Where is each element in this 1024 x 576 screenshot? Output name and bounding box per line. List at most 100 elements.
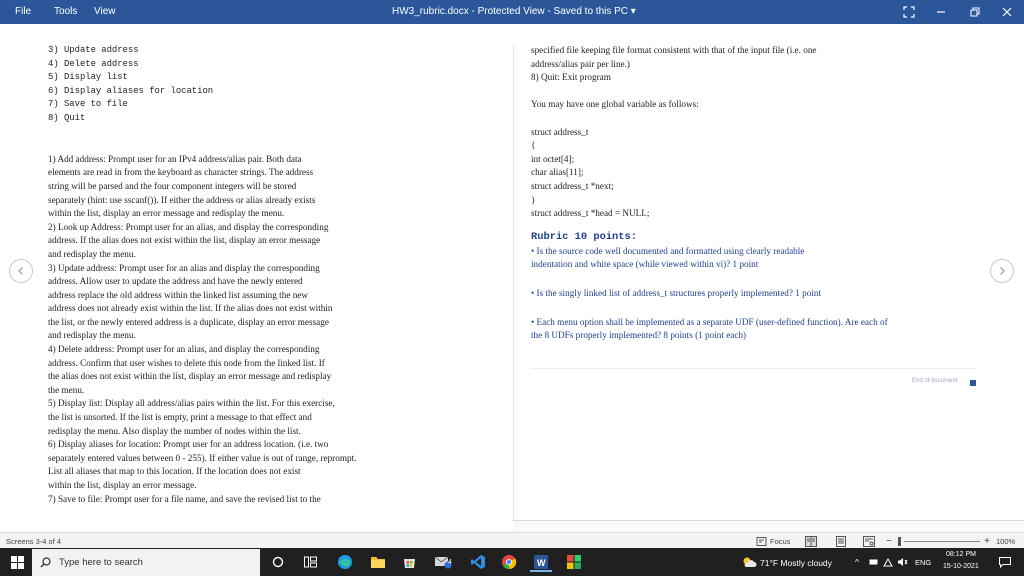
struct-code-block: struct address_t { int octet[4]; char al… (531, 126, 981, 221)
weather-icon[interactable] (738, 552, 760, 572)
end-of-document-label: End of document (912, 378, 958, 384)
description-line: 4) Delete address: Prompt user for an al… (48, 344, 320, 355)
rubric-title: Rubric 10 points: (531, 230, 638, 243)
description-line (48, 126, 458, 140)
clock-time[interactable]: 08:12 PM (946, 551, 976, 558)
description-line: the alias does not exist within the list… (48, 371, 332, 382)
menu-file[interactable]: File (15, 6, 31, 17)
battery-icon[interactable] (868, 552, 880, 572)
chrome-icon[interactable] (498, 552, 520, 572)
description-line: and redisplay the menu. (48, 330, 136, 341)
vscode-icon[interactable] (467, 552, 489, 572)
page-divider (513, 44, 514, 532)
menu-option-line: 3) Update address (48, 45, 139, 55)
code-line: } (531, 194, 536, 205)
language-indicator[interactable]: ENG (915, 558, 931, 567)
description-line: 6) Display aliases for location: Prompt … (48, 439, 329, 450)
description-line: address replace the old address within t… (48, 289, 308, 300)
volume-icon[interactable] (895, 552, 909, 572)
description-line: elements are read in from the keyboard a… (48, 167, 314, 178)
chevron-left-icon (17, 266, 24, 276)
menu-option-line: 4) Delete address (48, 58, 139, 69)
word-icon[interactable]: W (530, 552, 552, 572)
taskbar-search[interactable] (32, 549, 260, 576)
mail-icon[interactable]: 4 (432, 552, 454, 572)
left-page: 3) Update address 4) Delete address 5) Dis… (48, 44, 458, 506)
description-line (48, 139, 458, 153)
description-line: within the list, display an error messag… (48, 480, 197, 490)
right-line: 8) Quit: Exit program (531, 72, 611, 83)
global-note: You may have one global variable as foll… (531, 99, 699, 110)
description-line: redisplay the menu. Also display the num… (48, 425, 301, 436)
print-layout-icon[interactable] (834, 535, 848, 547)
zoom-slider[interactable] (904, 541, 980, 542)
rubric-item: indentation and white space (while viewe… (531, 259, 759, 270)
description-line: 1) Add address: Prompt user for an IPv4 … (48, 153, 302, 164)
code-line: { (531, 140, 536, 151)
file-explorer-icon[interactable] (367, 552, 389, 572)
read-mode-icon[interactable] (804, 535, 818, 547)
description-line: address. Allow user to update the addres… (48, 276, 303, 287)
description-line: address. Confirm that user wishes to del… (48, 357, 325, 368)
fullscreen-icon[interactable] (896, 2, 922, 22)
windows-start-icon[interactable] (6, 552, 28, 572)
edge-browser-icon[interactable] (334, 552, 356, 572)
rubric-item: the 8 UDFs properly implemented? 8 point… (531, 330, 747, 341)
status-bar: Screens 3-4 of 4 Focus − + 100% (0, 532, 1024, 548)
end-of-document-marker (970, 380, 976, 386)
svg-text:W: W (537, 558, 546, 568)
focus-icon[interactable] (754, 535, 768, 547)
search-input[interactable] (59, 557, 249, 568)
description-line: 7) Save to file: Prompt user for a file … (48, 493, 321, 504)
network-icon[interactable] (882, 552, 894, 572)
mail-badge: 4 (448, 559, 452, 566)
zoom-in-icon[interactable]: + (982, 535, 992, 547)
clock-date[interactable]: 15-10-2021 (943, 563, 979, 570)
description-line: the list is unsorted. If the list is emp… (48, 412, 312, 423)
description-line: separately entered values between 0 - 25… (48, 452, 357, 463)
menu-option-line: 6) Display aliases for location (48, 85, 214, 96)
menu-option-line: 8) Quit (48, 112, 86, 123)
code-line: struct address_t *next; (531, 180, 614, 191)
code-line: struct address_t (531, 126, 589, 137)
weather-text[interactable]: 71°F Mostly cloudy (760, 558, 832, 568)
menu-view[interactable]: View (94, 6, 116, 17)
chevron-right-icon (999, 266, 1006, 276)
zoom-out-icon[interactable]: − (884, 535, 894, 547)
minimize-icon[interactable] (928, 2, 954, 22)
description-line: 5) Display list: Display all address/ali… (48, 398, 335, 409)
code-line: int octet[4]; (531, 153, 575, 164)
screen-counter: Screens 3-4 of 4 (6, 537, 62, 546)
menu-option-line: 7) Save to file (48, 99, 128, 110)
app-grid-icon[interactable] (563, 552, 585, 572)
web-layout-icon[interactable] (862, 535, 876, 547)
store-icon[interactable] (398, 552, 420, 572)
previous-page-button[interactable] (9, 259, 33, 283)
next-page-button[interactable] (990, 259, 1014, 283)
code-line: struct address_t *head = NULL; (531, 208, 650, 219)
task-view-icon[interactable] (299, 552, 321, 572)
code-line: char alias[11]; (531, 167, 584, 178)
menu-option-line: 5) Display list (48, 72, 128, 83)
zoom-level[interactable]: 100% (996, 537, 1015, 546)
menu-tools[interactable]: Tools (54, 6, 77, 17)
description-line: List all aliases that map to this locati… (48, 466, 301, 477)
focus-button[interactable]: Focus (770, 537, 790, 546)
title-bar: File Tools View HW3_rubric.docx - Protec… (0, 0, 1024, 24)
taskbar: 4 W 71°F Mostly cloudy ^ ENG 08:12 PM 15… (0, 548, 1024, 576)
search-icon (40, 557, 51, 568)
close-icon[interactable] (994, 2, 1020, 22)
right-line: specified file keeping file format consi… (531, 45, 817, 55)
document-title[interactable]: HW3_rubric.docx - Protected View - Saved… (392, 6, 636, 17)
description-line: string will be parsed and the four compo… (48, 180, 297, 191)
description-line: address does not already exist within th… (48, 303, 333, 314)
zoom-slider-thumb[interactable] (898, 537, 901, 546)
notification-icon[interactable] (994, 552, 1016, 572)
rubric-item: • Each menu option shall be implemented … (531, 316, 888, 327)
restore-icon[interactable] (962, 2, 988, 22)
description-line: address. If the alias does not exist wit… (48, 235, 321, 246)
description-line: and redisplay the menu. (48, 248, 136, 259)
cortana-icon[interactable] (267, 552, 289, 572)
reading-view[interactable]: 3) Update address 4) Delete address 5) Dis… (0, 24, 1024, 532)
chevron-up-icon[interactable]: ^ (855, 557, 859, 567)
